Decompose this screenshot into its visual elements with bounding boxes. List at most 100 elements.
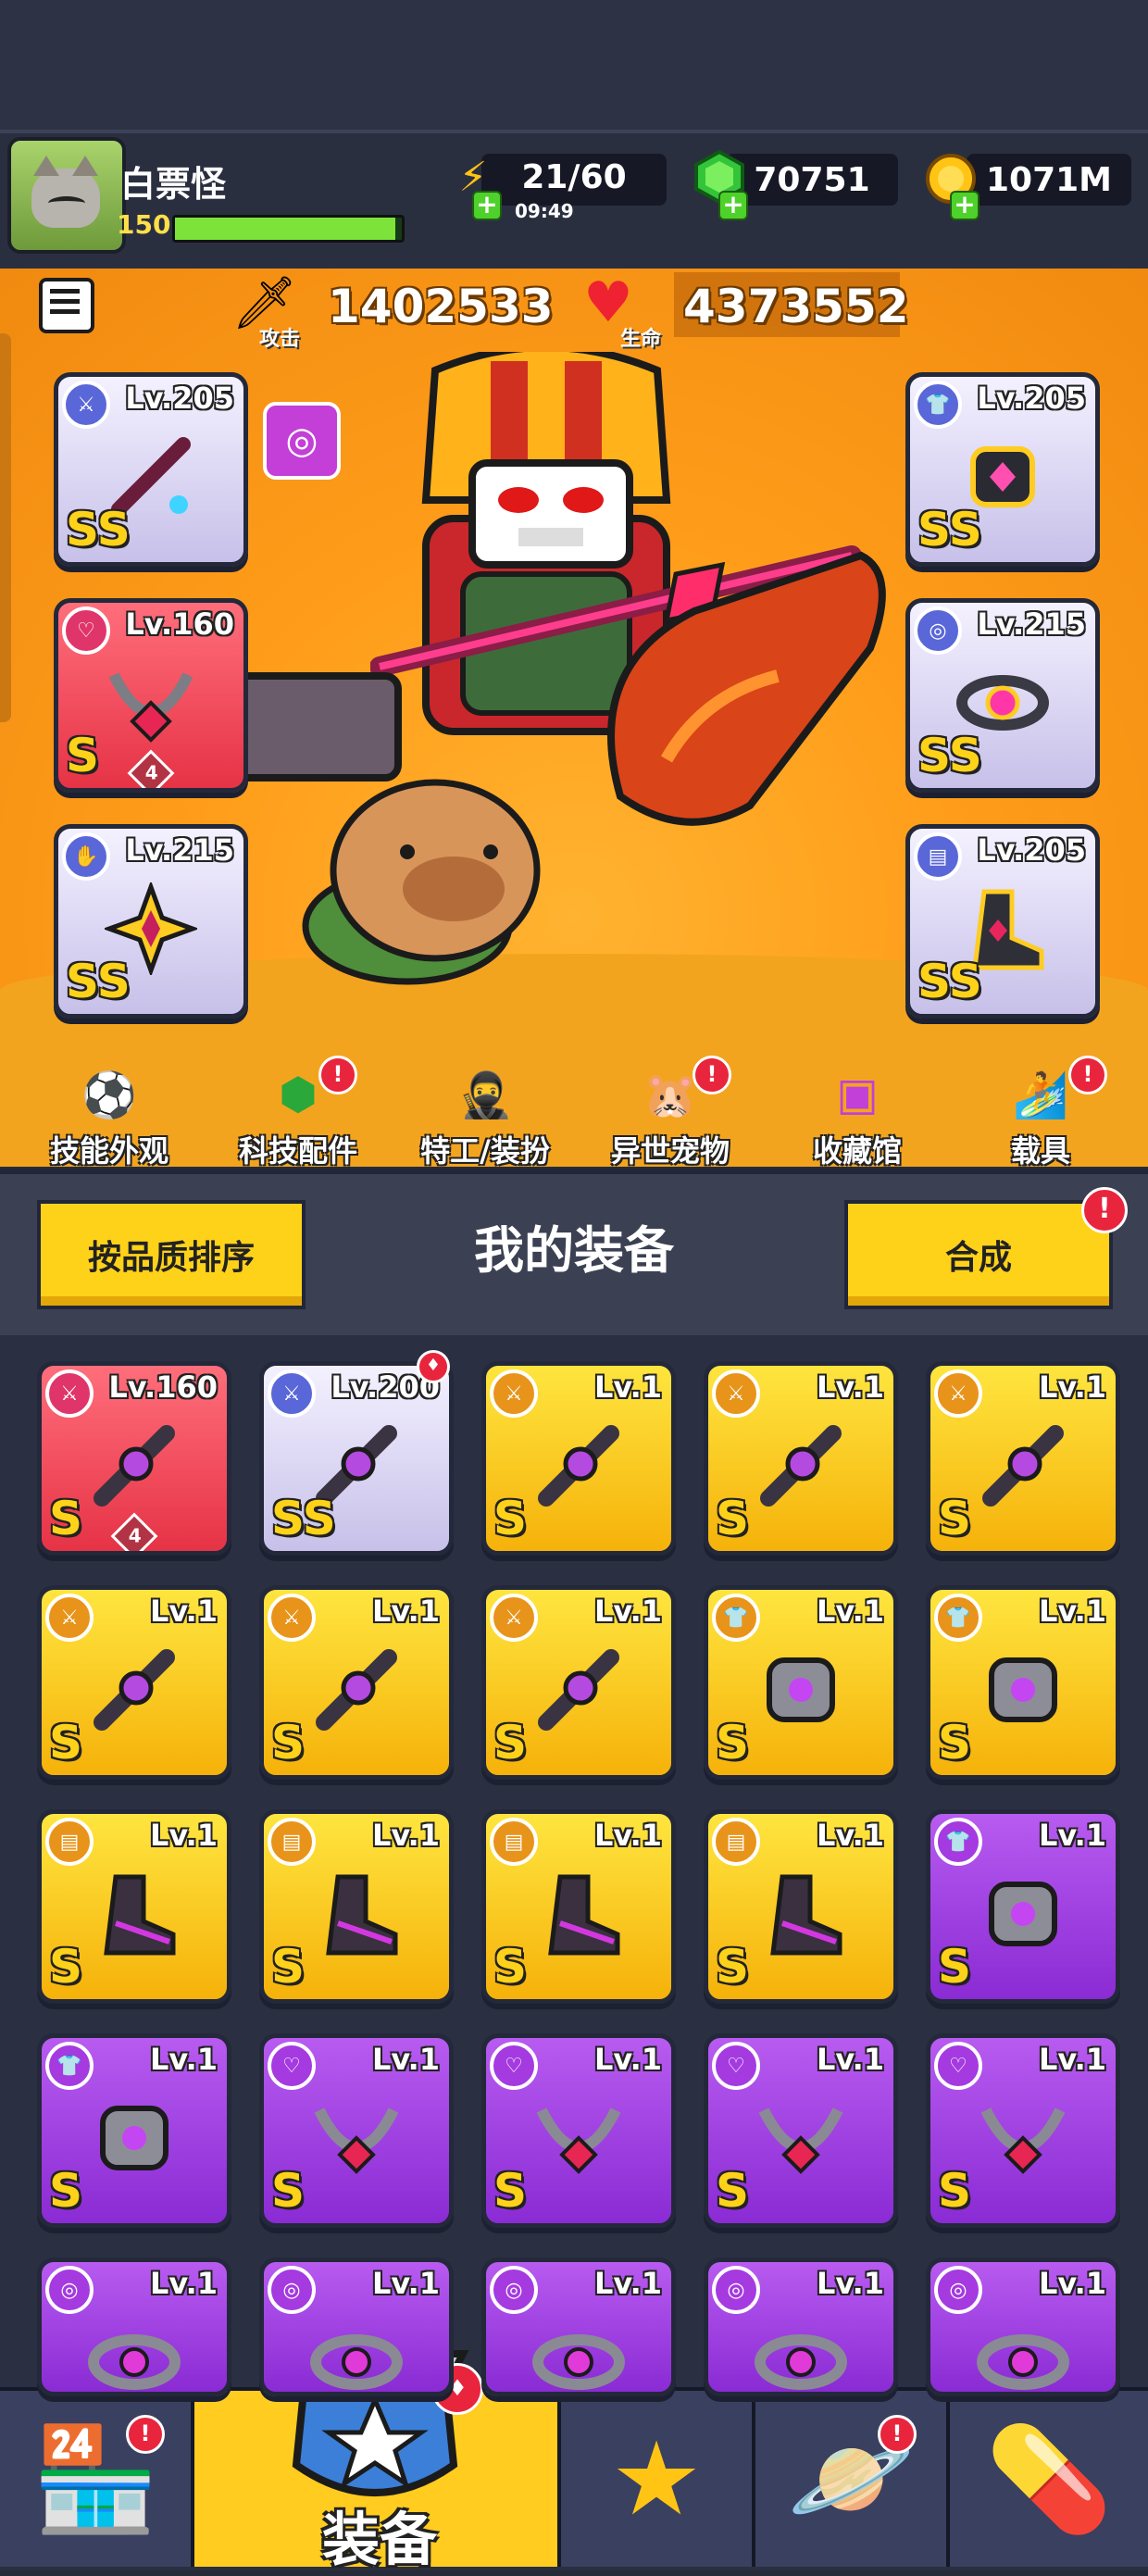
agent-outfit-button[interactable]: 🥷 特工/装扮	[402, 1056, 568, 1169]
tech-parts-button[interactable]: ⬢ 科技配件 !	[215, 1056, 381, 1169]
item-art	[538, 1649, 619, 1731]
inventory-item[interactable]: ◎ Lv.1	[481, 2257, 676, 2396]
nav-world[interactable]: 🪐 !	[755, 2391, 950, 2567]
inventory-item[interactable]: ▤ Lv.1 S	[37, 1809, 231, 2004]
item-type-icon: ⚔	[712, 1369, 760, 1418]
item-art	[758, 2107, 843, 2174]
inventory-item[interactable]: ♡ Lv.1 S	[704, 2033, 898, 2228]
item-art	[88, 2334, 181, 2390]
inventory-item[interactable]: ⚔ Lv.1 S	[259, 1585, 454, 1780]
inventory-item[interactable]: ▤ Lv.1 S	[704, 1809, 898, 2004]
agent-face-icon: 🥷	[457, 1069, 513, 1121]
target-icon[interactable]: ◎	[263, 402, 341, 480]
slot-level: Lv.205	[125, 381, 234, 416]
star-count-badge: 4	[110, 1512, 158, 1551]
equipped-armor-slot[interactable]: 👕 Lv.205 SS	[905, 372, 1100, 567]
otherworld-pet-button[interactable]: 🐹 异世宠物 !	[587, 1056, 754, 1169]
equipped-belt-slot[interactable]: ◎ Lv.215 SS	[905, 598, 1100, 793]
item-type-icon: 👕	[712, 1594, 760, 1642]
equipped-necklace-slot[interactable]: ♡ Lv.160 S 4	[54, 598, 248, 793]
slot-grade: SS	[66, 503, 131, 556]
item-type-icon: ♡	[490, 2042, 538, 2090]
armor-type-icon: 👕	[914, 381, 962, 429]
item-type-icon: ▤	[712, 1818, 760, 1866]
item-art	[767, 1657, 835, 1722]
vehicle-button[interactable]: 🏄 载具 !	[957, 1056, 1124, 1169]
item-level: Lv.1	[371, 2042, 440, 2077]
item-type-icon: ⚔	[268, 1369, 316, 1418]
inventory-item[interactable]: ♡ Lv.1 S	[926, 2033, 1120, 2228]
item-type-icon: ⚔	[490, 1369, 538, 1418]
inventory-item[interactable]: ⚔ Lv.200 SS	[259, 1361, 454, 1556]
attack-value: 1402533	[328, 280, 554, 333]
item-level: Lv.1	[149, 1818, 218, 1853]
inventory-item[interactable]: 👕 Lv.1 S	[37, 2033, 231, 2228]
feature-menu: ⚽ 技能外观 ⬢ 科技配件 ! 🥷 特工/装扮 🐹 异世宠物 ! ▣ 收藏馆 🏄…	[0, 1056, 1148, 1169]
item-art	[326, 1874, 398, 1956]
item-level: Lv.1	[593, 1369, 662, 1405]
inventory-item[interactable]: ▤ Lv.1 S	[481, 1809, 676, 2004]
inventory-item[interactable]: 👕 Lv.1 S	[704, 1585, 898, 1780]
equipped-boots-slot[interactable]: ▤ Lv.205 SS	[905, 824, 1100, 1019]
item-art	[989, 1657, 1057, 1722]
inventory-item[interactable]: ⚔ Lv.1 S	[37, 1585, 231, 1780]
item-art	[980, 2107, 1066, 2174]
item-type-icon: ▤	[268, 1818, 316, 1866]
item-level: Lv.1	[816, 1594, 884, 1629]
energy-plus-button[interactable]: +	[472, 191, 502, 220]
inventory-item[interactable]: 👕 Lv.1 S	[926, 1585, 1120, 1780]
item-level: Lv.1	[149, 2266, 218, 2301]
item-level: Lv.1	[816, 2042, 884, 2077]
item-grade: S	[49, 2164, 83, 2218]
equipped-weapon-slot[interactable]: ⚔ Lv.205 SS	[54, 372, 248, 567]
item-grade: S	[493, 1492, 528, 1545]
notification-badge: !	[693, 1056, 731, 1094]
gem-value: 70751	[754, 160, 870, 199]
inventory-item[interactable]: ♡ Lv.1 S	[259, 2033, 454, 2228]
item-art	[316, 1649, 397, 1731]
skill-skin-button[interactable]: ⚽ 技能外观	[26, 1056, 193, 1169]
item-level: Lv.1	[593, 2266, 662, 2301]
coin-plus-button[interactable]: +	[950, 191, 980, 220]
collection-hall-button[interactable]: ▣ 收藏馆	[774, 1056, 941, 1169]
submenu-label: 载具	[1010, 1133, 1070, 1169]
item-art	[100, 2106, 168, 2170]
inventory-item[interactable]: 👕 Lv.1 S	[926, 1809, 1120, 2004]
item-grade: S	[716, 1492, 750, 1545]
inventory-item[interactable]: ♡ Lv.1 S	[481, 2033, 676, 2228]
menu-list-button[interactable]	[39, 278, 94, 333]
inventory-item[interactable]: ◎ Lv.1	[704, 2257, 898, 2396]
gloves-type-icon: ✋	[62, 832, 110, 881]
inventory-item[interactable]: ◎ Lv.1	[926, 2257, 1120, 2396]
submenu-label: 异世宠物	[610, 1133, 730, 1169]
inventory-item[interactable]: ⚔ Lv.1 S	[481, 1585, 676, 1780]
dna-capsule-icon: 💊	[985, 2419, 1113, 2538]
inventory-item[interactable]: ▤ Lv.1 S	[259, 1809, 454, 2004]
slot-level: Lv.215	[125, 832, 234, 868]
nav-lab[interactable]: 💊	[950, 2391, 1148, 2567]
inventory-item[interactable]: ⚔ Lv.1 S	[926, 1361, 1120, 1556]
item-art	[536, 2107, 621, 2174]
item-level: Lv.160	[108, 1369, 218, 1405]
inventory-item[interactable]: ⚔ Lv.1 S	[481, 1361, 676, 1556]
inventory-item[interactable]: ◎ Lv.1	[259, 2257, 454, 2396]
gem-plus-button[interactable]: +	[718, 191, 748, 220]
nav-shop[interactable]: 🏪 !	[0, 2391, 194, 2567]
notification-badge: !	[318, 1056, 357, 1094]
nav-equipment-label: 装备	[322, 2506, 438, 2573]
item-type-icon: ◎	[934, 2266, 982, 2314]
necklace-type-icon: ♡	[62, 606, 110, 655]
inventory-item[interactable]: ⚔ Lv.160 S 4	[37, 1361, 231, 1556]
equipped-gloves-slot[interactable]: ✋ Lv.215 SS	[54, 824, 248, 1019]
player-avatar[interactable]	[7, 137, 126, 254]
nav-battle[interactable]: ★	[561, 2391, 755, 2567]
submenu-label: 特工/装扮	[420, 1133, 550, 1169]
inventory-item[interactable]: ⚔ Lv.1 S	[704, 1361, 898, 1556]
soccer-hat-icon: ⚽	[81, 1069, 137, 1121]
inventory-item[interactable]: ◎ Lv.1	[37, 2257, 231, 2396]
nav-equipment[interactable]: ♦ 装备	[194, 2350, 561, 2573]
slot-grade: SS	[917, 955, 982, 1008]
slot-level: Lv.205	[977, 832, 1086, 868]
item-type-icon: ◎	[45, 2266, 94, 2314]
merge-button[interactable]: 合成	[844, 1200, 1113, 1309]
